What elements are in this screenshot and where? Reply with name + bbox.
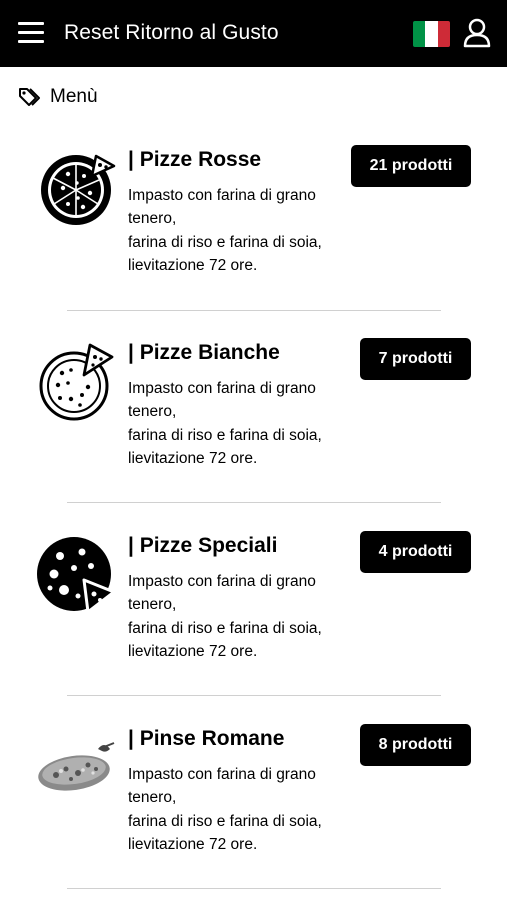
product-count-badge[interactable]: 4 prodotti: [360, 531, 471, 573]
hamburger-menu-icon[interactable]: [18, 22, 44, 44]
category-item[interactable]: | Pizze Speciali Impasto con farina di g…: [0, 531, 507, 729]
category-item[interactable]: | Pizze Rosse Impasto con farina di gran…: [0, 145, 507, 343]
category-item[interactable]: | Pizze Bianche Impasto con farina di gr…: [0, 338, 507, 536]
description-line: Impasto con farina di grano tenero,: [128, 573, 316, 614]
description-line: Impasto con farina di grano tenero,: [128, 380, 316, 421]
description-line: lievitazione 72 ore.: [128, 449, 258, 467]
tag-icon: [19, 88, 40, 106]
divider: [67, 310, 441, 311]
description-line: farina di riso e farina di soia,: [128, 812, 322, 830]
category-item[interactable]: | Pinse Romane Impasto con farina di gra…: [0, 724, 507, 922]
description-line: Impasto con farina di grano tenero,: [128, 766, 316, 807]
user-account-icon[interactable]: [463, 18, 491, 48]
description-line: lievitazione 72 ore.: [128, 256, 258, 274]
product-count-badge[interactable]: 21 prodotti: [351, 145, 471, 187]
category-title[interactable]: | Pizze Speciali: [128, 534, 277, 558]
pinsa-romana-image: [38, 742, 115, 791]
category-description: Impasto con farina di grano tenero, fari…: [128, 570, 348, 663]
pizza-speciali-icon: [37, 537, 116, 614]
top-bar: Reset Ritorno al Gusto: [0, 0, 507, 67]
description-line: lievitazione 72 ore.: [128, 835, 258, 853]
divider: [67, 888, 441, 889]
product-count-badge[interactable]: 7 prodotti: [360, 338, 471, 380]
description-line: farina di riso e farina di soia,: [128, 233, 322, 251]
divider: [67, 502, 441, 503]
category-description: Impasto con farina di grano tenero, fari…: [128, 377, 348, 470]
pizza-bianche-icon: [39, 343, 114, 421]
italian-flag-icon[interactable]: [413, 21, 450, 47]
breadcrumb-label: Menù: [50, 86, 98, 107]
breadcrumb[interactable]: Menù: [18, 86, 98, 108]
description-line: farina di riso e farina di soia,: [128, 426, 322, 444]
category-description: Impasto con farina di grano tenero, fari…: [128, 184, 348, 277]
pizza-rosse-icon: [41, 154, 116, 225]
description-line: farina di riso e farina di soia,: [128, 619, 322, 637]
divider: [67, 695, 441, 696]
description-line: Impasto con farina di grano tenero,: [128, 187, 316, 228]
category-title[interactable]: | Pizze Bianche: [128, 341, 280, 365]
category-description: Impasto con farina di grano tenero, fari…: [128, 763, 348, 856]
category-title[interactable]: | Pinse Romane: [128, 727, 284, 751]
category-title[interactable]: | Pizze Rosse: [128, 148, 261, 172]
product-count-badge[interactable]: 8 prodotti: [360, 724, 471, 766]
description-line: lievitazione 72 ore.: [128, 642, 258, 660]
app-title: Reset Ritorno al Gusto: [64, 21, 279, 44]
